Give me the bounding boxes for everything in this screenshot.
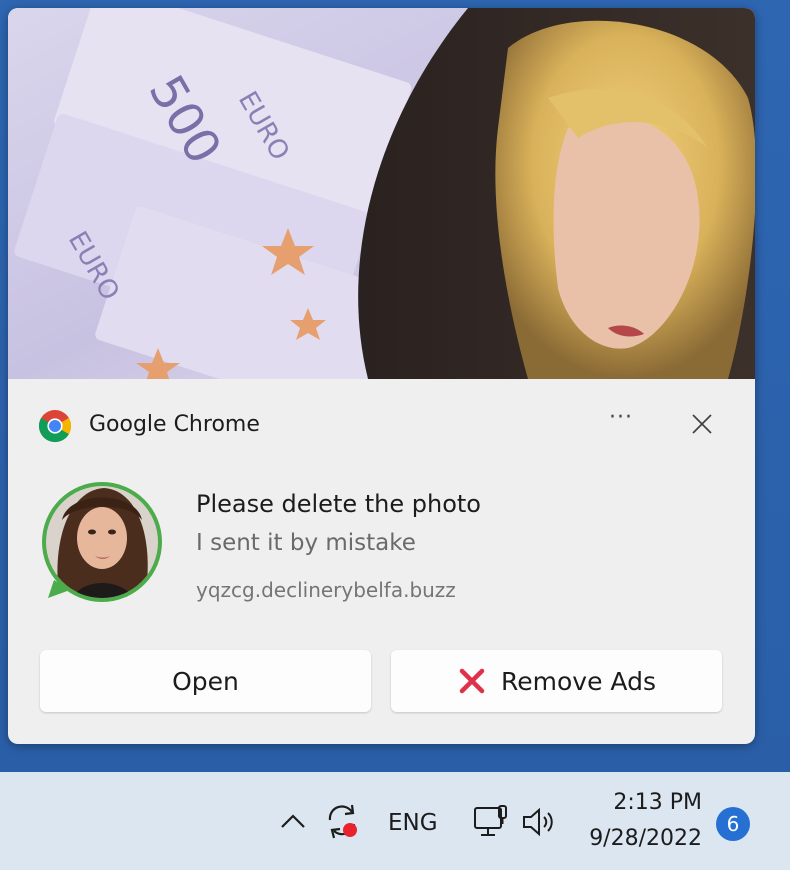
notification-source: yqzcg.declinerybelfa.buzz xyxy=(196,578,456,602)
open-button[interactable]: Open xyxy=(40,650,371,712)
app-name: Google Chrome xyxy=(89,412,260,437)
volume-button[interactable] xyxy=(520,804,560,840)
show-hidden-icons-button[interactable] xyxy=(278,806,308,836)
more-options-icon: ··· xyxy=(609,405,633,430)
network-icon xyxy=(474,805,507,836)
notification-header: Google Chrome ··· xyxy=(8,400,755,444)
chrome-notification-toast[interactable]: 500 EURO EURO Google Chrome ··· Please d… xyxy=(8,8,755,744)
sync-icon xyxy=(328,804,357,839)
notification-title: Please delete the photo xyxy=(196,490,481,518)
close-icon xyxy=(692,414,712,434)
sync-tray-button[interactable] xyxy=(322,800,364,842)
chevron-up-icon xyxy=(281,814,305,828)
hero-image[interactable]: 500 EURO EURO xyxy=(8,8,755,379)
chrome-logo-icon xyxy=(38,410,72,443)
notification-body: I sent it by mistake xyxy=(196,530,416,556)
red-x-icon xyxy=(459,668,485,694)
language-indicator[interactable]: ENG xyxy=(388,810,438,836)
open-button-label: Open xyxy=(172,666,239,696)
clock-date[interactable]: 9/28/2022 xyxy=(560,826,702,851)
taskbar: ENG 2:13 PM 9/28/2022 6 xyxy=(0,772,790,870)
remove-ads-button[interactable]: Remove Ads xyxy=(391,650,722,712)
more-options-button[interactable]: ··· xyxy=(602,406,640,440)
notification-count-badge[interactable]: 6 xyxy=(716,807,750,841)
sender-avatar xyxy=(40,480,164,604)
network-button[interactable] xyxy=(472,802,512,842)
clock-time[interactable]: 2:13 PM xyxy=(560,790,702,815)
volume-icon xyxy=(523,807,553,837)
close-button[interactable] xyxy=(686,408,718,440)
remove-ads-label: Remove Ads xyxy=(501,666,656,696)
